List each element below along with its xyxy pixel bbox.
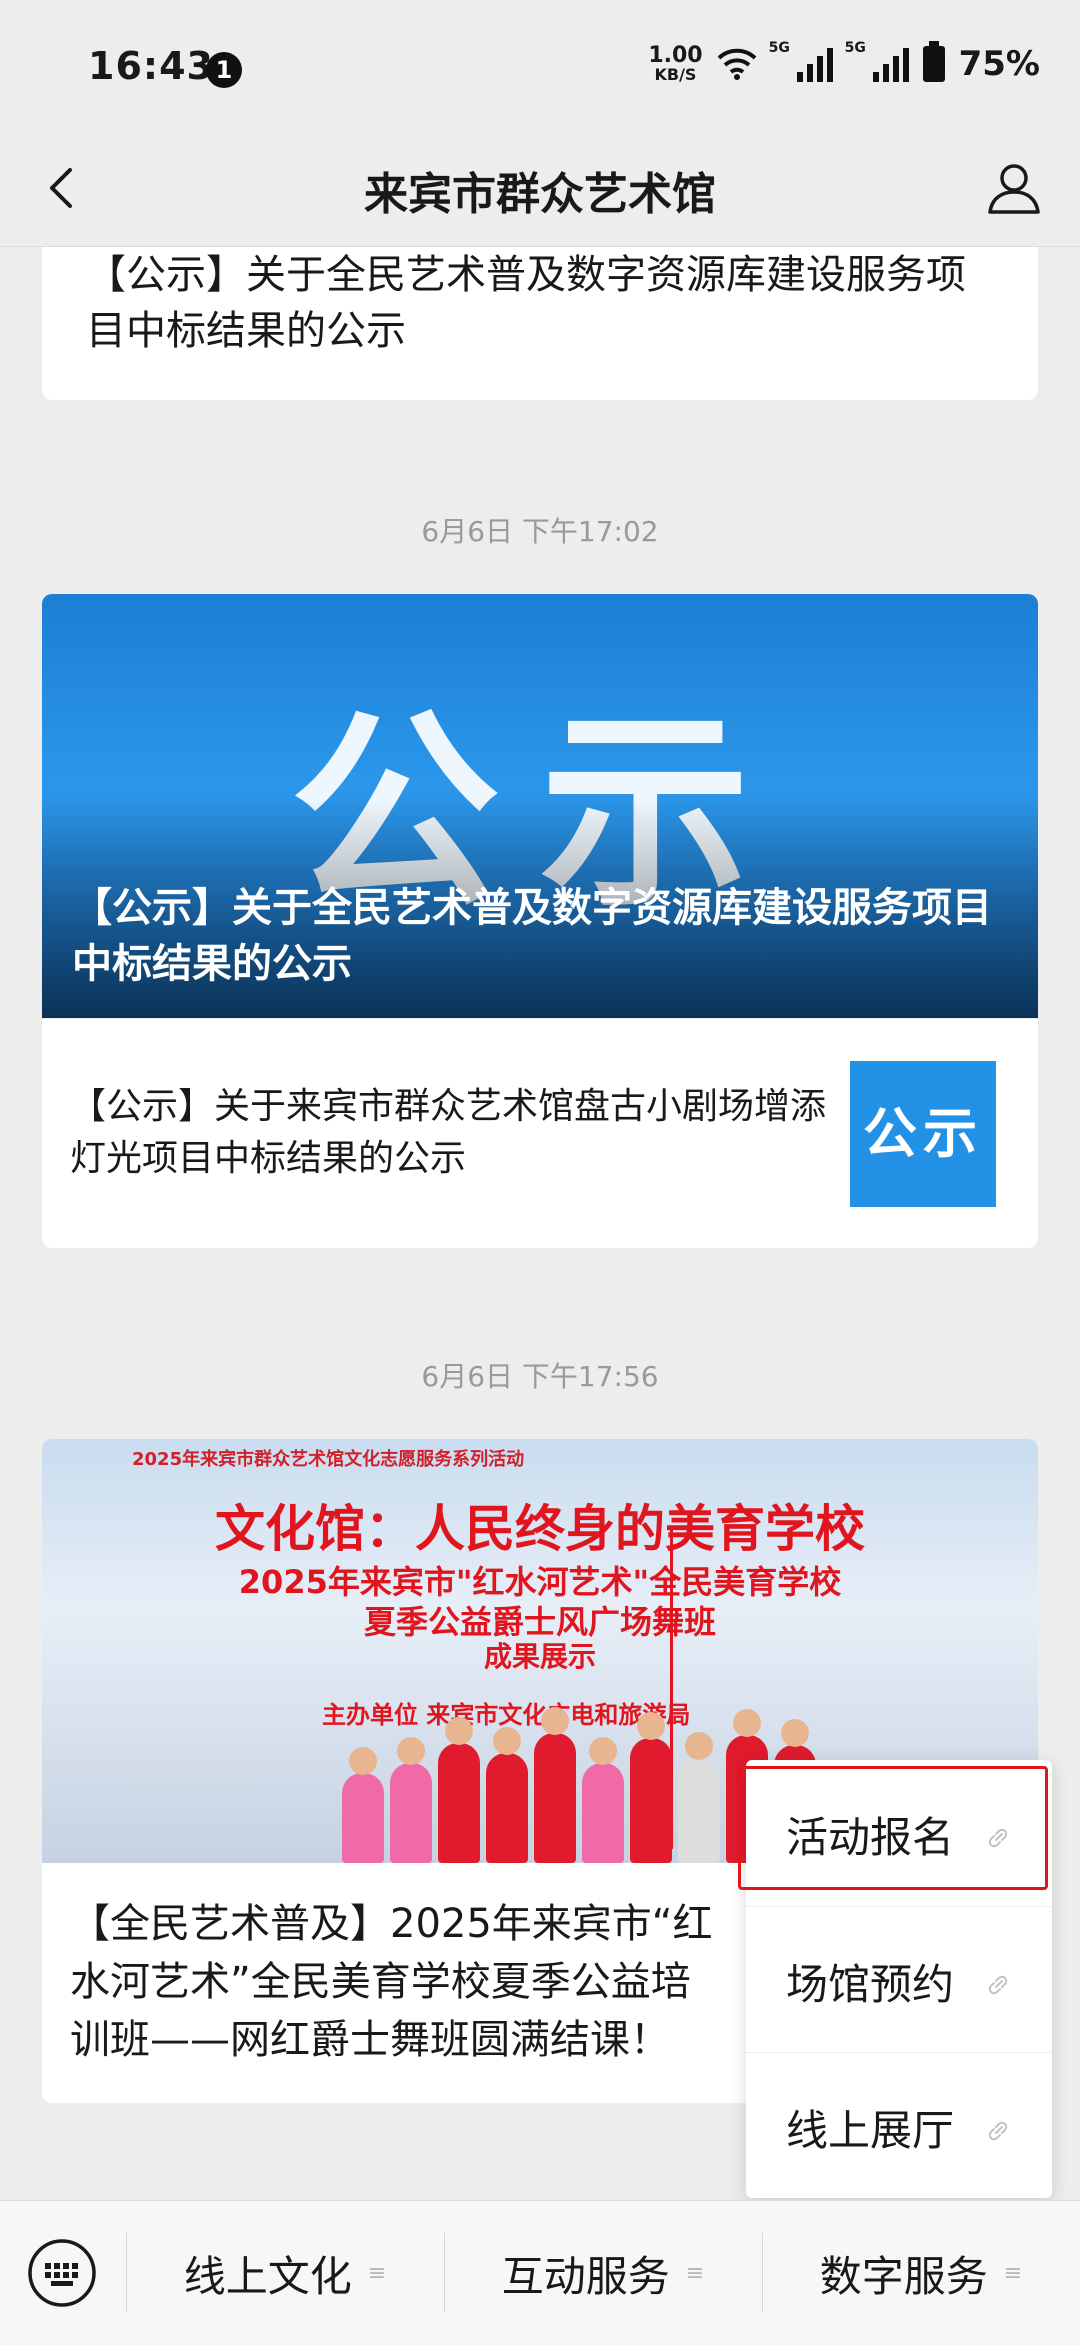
wifi-icon xyxy=(717,48,756,80)
submenu-item-online-exhibition[interactable]: 线上展厅 xyxy=(746,2052,1052,2199)
menu-icon: ≡ xyxy=(367,2260,387,2286)
poster-line: 成果展示 xyxy=(483,1640,596,1673)
article-list-item[interactable]: 【公示】关于来宾市群众艺术馆盘古小剧场增添灯光项目中标结果的公示 公示 xyxy=(42,1018,1038,1248)
poster-header: 2025年来宾市群众艺术馆文化志愿服务系列活动 xyxy=(132,1449,525,1470)
message-timestamp: 6月6日 下午17:02 xyxy=(421,515,659,548)
bottom-menu-digital-services[interactable]: 数字服务 ≡ xyxy=(762,2201,1080,2345)
article-cover-image[interactable]: 公示 【公示】关于全民艺术普及数字资源库建设服务项目中标结果的公示 xyxy=(42,594,1038,1018)
notification-badge: 1 xyxy=(206,52,242,88)
keyboard-icon[interactable] xyxy=(26,2237,98,2309)
message-timestamp: 6月6日 下午17:56 xyxy=(421,1360,659,1393)
poster-line: 文化馆：人民终身的美育学校 xyxy=(215,1500,865,1558)
submenu-item-label: 场馆预约 xyxy=(786,1960,955,2009)
bottom-menu-online-culture[interactable]: 线上文化 ≡ xyxy=(126,2201,444,2345)
status-icons: 1.00 KB/S 5G 5G 75% xyxy=(648,40,1040,84)
battery-level: 75% xyxy=(958,44,1040,84)
highlight-box xyxy=(738,1766,1048,1890)
status-bar: 16:43 1 1.00 KB/S 5G 5G 75% xyxy=(0,0,1080,130)
network-speed-value: 1.00 xyxy=(648,43,703,68)
article-title: 【公示】关于全民艺术普及数字资源库建设服务项目中标结果的公示 xyxy=(86,252,966,354)
bottom-menu-interactive-services[interactable]: 互动服务 ≡ xyxy=(444,2201,762,2345)
article-card[interactable]: 【公示】关于全民艺术普及数字资源库建设服务项目中标结果的公示 xyxy=(42,247,1038,400)
network-speed: 1.00 KB/S xyxy=(648,45,702,83)
article-thumbnail: 公示 xyxy=(850,1061,996,1207)
submenu-item-label: 线上展厅 xyxy=(786,2106,955,2155)
submenu-item-venue-booking[interactable]: 场馆预约 xyxy=(746,1906,1052,2053)
bottom-menu-bar: 线上文化 ≡ 互动服务 ≡ 数字服务 ≡ xyxy=(0,2200,1080,2345)
link-icon xyxy=(988,1975,1008,1995)
title-bar: 来宾市群众艺术馆 xyxy=(0,130,1080,247)
article-card[interactable]: 公示 【公示】关于全民艺术普及数字资源库建设服务项目中标结果的公示 【公示】关于… xyxy=(42,594,1038,1248)
menu-icon: ≡ xyxy=(685,2260,705,2286)
page-title: 来宾市群众艺术馆 xyxy=(364,169,716,220)
profile-icon[interactable] xyxy=(984,158,1044,218)
link-icon xyxy=(988,2121,1008,2141)
menu-icon: ≡ xyxy=(1003,2260,1023,2286)
article-title: 【公示】关于全民艺术普及数字资源库建设服务项目中标结果的公示 xyxy=(72,885,992,987)
signal-icon-1: 5G xyxy=(769,40,833,82)
battery-icon xyxy=(922,41,945,82)
status-time: 16:43 xyxy=(88,44,214,88)
signal-icon-2: 5G xyxy=(845,40,909,82)
article-title: 【公示】关于来宾市群众艺术馆盘古小剧场增添灯光项目中标结果的公示 xyxy=(70,1086,827,1179)
network-speed-unit: KB/S xyxy=(654,65,697,84)
